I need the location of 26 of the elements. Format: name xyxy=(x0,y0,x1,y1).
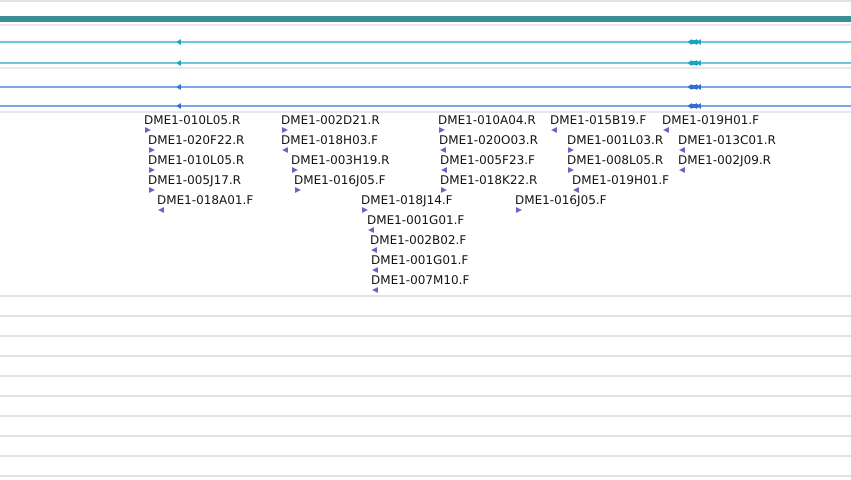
read-label: DME1-019H01.F xyxy=(662,113,760,127)
read-label: DME1-016J05.F xyxy=(294,173,386,187)
read-label: DME1-010A04.R xyxy=(438,113,536,127)
read-label: DME1-007M10.F xyxy=(371,273,470,287)
read-label: DME1-002B02.F xyxy=(370,233,466,247)
read-label: DME1-016J05.F xyxy=(515,193,607,207)
read-label: DME1-005F23.F xyxy=(440,153,535,167)
read-label: DME1-018K22.R xyxy=(440,173,538,187)
read-label: DME1-018A01.F xyxy=(157,193,254,207)
read-label: DME1-018J14.F xyxy=(361,193,453,207)
read-label: DME1-003H19.R xyxy=(291,153,390,167)
read-label: DME1-001G01.F xyxy=(367,213,464,227)
read-label: DME1-018H03.F xyxy=(281,133,378,147)
read-label: DME1-010L05.R xyxy=(148,153,244,167)
read-label: DME1-013C01.R xyxy=(678,133,776,147)
read-label: DME1-019H01.F xyxy=(572,173,670,187)
read-label: DME1-002D21.R xyxy=(281,113,380,127)
read-label: DME1-008L05.R xyxy=(567,153,664,167)
read-label: DME1-001G01.F xyxy=(371,253,468,267)
read-label: DME1-001L03.R xyxy=(567,133,664,147)
read-label: DME1-005J17.R xyxy=(148,173,242,187)
read-label: DME1-020F22.R xyxy=(148,133,244,147)
read-label: DME1-020O03.R xyxy=(439,133,538,147)
read-label: DME1-015B19.F xyxy=(550,113,646,127)
read-label: DME1-002J09.R xyxy=(678,153,772,167)
read-label: DME1-010L05.R xyxy=(144,113,240,127)
